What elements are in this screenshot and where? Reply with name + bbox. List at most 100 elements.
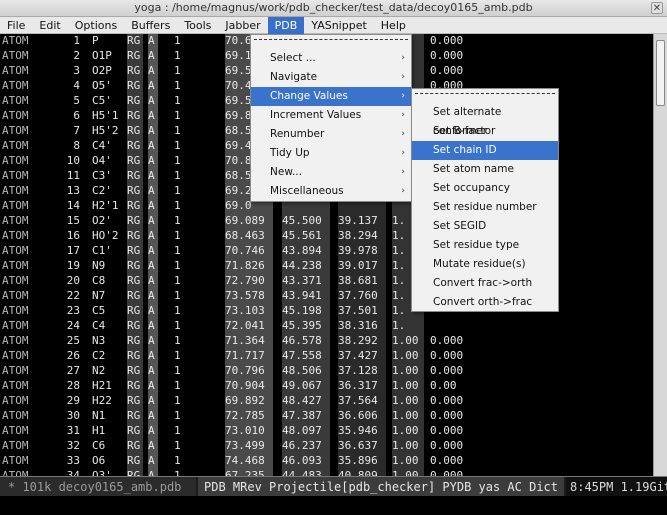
- window-titlebar[interactable]: yoga : /home/magnus/work/pdb_checker/tes…: [0, 0, 667, 17]
- residue-seq: 1: [174, 49, 181, 62]
- menu-item-label: Convert frac->orth: [433, 277, 533, 289]
- change-values-item[interactable]: Set residue number: [412, 198, 558, 217]
- record-name: ATOM: [2, 259, 29, 272]
- atom-name: H1: [92, 424, 106, 437]
- atom-name: C4': [92, 139, 112, 152]
- menu-buffers[interactable]: Buffers: [124, 17, 177, 34]
- occupancy: 1.00: [392, 468, 424, 476]
- atom-name: C4: [92, 319, 106, 332]
- pdb-line[interactable]: ATOM 32 C6 RG A 1 73.499 46.237 36.637 1.00 0.000: [0, 438, 653, 453]
- residue-seq: 1: [174, 379, 181, 392]
- pdb-menu-item[interactable]: Change Values ›: [251, 87, 411, 106]
- atom-serial: 19: [66, 259, 80, 272]
- coord-z: 35.896: [338, 453, 386, 468]
- coord-y: 46.237: [282, 438, 330, 453]
- pdb-menu-item[interactable]: Navigate ›: [251, 68, 411, 87]
- change-values-item[interactable]: Set occupancy: [412, 179, 558, 198]
- vertical-scrollbar[interactable]: [653, 34, 667, 476]
- b-factor: [430, 318, 470, 333]
- change-values-item[interactable]: Set residue type: [412, 236, 558, 255]
- pdb-line[interactable]: ATOM 31 H1 RG A 1 73.010 48.097 35.946 1.00 0.000: [0, 423, 653, 438]
- coord-x: 73.499: [225, 438, 273, 453]
- pdb-menu-item[interactable]: Renumber ›: [251, 125, 411, 144]
- record-name: ATOM: [2, 334, 29, 347]
- menu-tools[interactable]: Tools: [177, 17, 218, 34]
- pdb-line[interactable]: ATOM 33 O6 RG A 1 74.468 46.093 35.896 1.00 0.000: [0, 453, 653, 468]
- coord-z: 38.294: [338, 228, 386, 243]
- pdb-line[interactable]: ATOM 24 C4 RG A 1 72.041 45.395 38.316 1.: [0, 318, 653, 333]
- atom-serial: 8: [73, 139, 80, 152]
- record-name: ATOM: [2, 214, 29, 227]
- change-values-item[interactable]: Set alternate conformer: [412, 103, 558, 137]
- coord-y: 43.894: [282, 243, 330, 258]
- chain-id: A: [148, 243, 158, 258]
- coord-y: 45.198: [282, 303, 330, 318]
- residue-seq: 1: [174, 439, 181, 452]
- chevron-right-icon: ›: [401, 72, 405, 82]
- residue-name: RG: [127, 288, 143, 303]
- atom-serial: 33: [66, 454, 80, 467]
- submenu-tearoff-line[interactable]: [415, 93, 555, 94]
- atom-name: N9: [92, 259, 106, 272]
- pdb-line[interactable]: ATOM 34 O3' RG A 1 67.235 44.483 40.809 1.00 0.000: [0, 468, 653, 476]
- menu-yasnippet[interactable]: YASnippet: [304, 17, 373, 34]
- coord-x: 74.468: [225, 453, 273, 468]
- menu-file[interactable]: File: [0, 17, 32, 34]
- pdb-menu-item[interactable]: New... ›: [251, 163, 411, 182]
- menu-pdb[interactable]: PDB: [267, 16, 305, 34]
- menu-jabber[interactable]: Jabber: [218, 17, 267, 34]
- menu-item-label: Change Values: [270, 90, 348, 102]
- record-name: ATOM: [2, 169, 29, 182]
- scrollbar-thumb[interactable]: [656, 40, 665, 106]
- coord-z: 36.317: [338, 378, 386, 393]
- residue-seq: 1: [174, 349, 181, 362]
- record-name: ATOM: [2, 154, 29, 167]
- chain-id: A: [148, 198, 158, 213]
- menu-help[interactable]: Help: [374, 17, 413, 34]
- coord-z: 40.809: [338, 468, 386, 476]
- pdb-line[interactable]: ATOM 28 H21 RG A 1 70.904 49.067 36.317 1.00 0.00: [0, 378, 653, 393]
- atom-serial: 32: [66, 439, 80, 452]
- pdb-line[interactable]: ATOM 29 H22 RG A 1 69.892 48.427 37.564 1.00 0.000: [0, 393, 653, 408]
- modeline-buffer-name: * 101k decoy0165_amb.pdb: [0, 477, 196, 496]
- pdb-menu-item[interactable]: Select ... ›: [251, 49, 411, 68]
- chain-id: A: [148, 78, 158, 93]
- coord-y: 48.427: [282, 393, 330, 408]
- change-values-item[interactable]: Convert frac->orth: [412, 274, 558, 293]
- residue-seq: 1: [174, 259, 181, 272]
- coord-y: 46.578: [282, 333, 330, 348]
- change-values-item[interactable]: Convert orth->frac: [412, 293, 558, 312]
- change-values-item[interactable]: Set atom name: [412, 160, 558, 179]
- modeline-modes: PDB MRev Projectile[pdb_checker] PYDB ya…: [198, 477, 564, 496]
- b-factor: 0.000: [430, 334, 464, 347]
- menu-edit[interactable]: Edit: [32, 17, 67, 34]
- chain-id: A: [148, 48, 158, 63]
- atom-name: O3': [92, 469, 112, 476]
- occupancy: 1.00: [392, 348, 424, 363]
- pdb-line[interactable]: ATOM 26 C2 RG A 1 71.717 47.558 37.427 1.00 0.000: [0, 348, 653, 363]
- chain-id: A: [148, 288, 158, 303]
- pdb-menu-item[interactable]: Tidy Up ›: [251, 144, 411, 163]
- menu-options[interactable]: Options: [68, 17, 124, 34]
- atom-serial: 13: [66, 184, 80, 197]
- change-values-item[interactable]: Set SEGID: [412, 217, 558, 236]
- pdb-menu-item[interactable]: Miscellaneous ›: [251, 182, 411, 201]
- atom-name: C1': [92, 244, 112, 257]
- residue-seq: 1: [174, 274, 181, 287]
- close-icon[interactable]: ✕: [651, 2, 663, 14]
- menu-item-label: Increment Values: [270, 109, 362, 121]
- atom-name: N3: [92, 334, 106, 347]
- chain-id: A: [148, 438, 158, 453]
- minibuffer[interactable]: [0, 496, 667, 515]
- menu-item-label: Set atom name: [433, 163, 514, 175]
- change-values-item[interactable]: Mutate residue(s): [412, 255, 558, 274]
- pdb-menu-item[interactable]: Increment Values ›: [251, 106, 411, 125]
- change-values-item[interactable]: Set chain ID: [412, 141, 558, 160]
- menu-tearoff-line[interactable]: [254, 39, 408, 40]
- chain-id: A: [148, 453, 158, 468]
- pdb-line[interactable]: ATOM 27 N2 RG A 1 70.796 48.506 37.128 1.00 0.000: [0, 363, 653, 378]
- change-values-item[interactable]: Set B-factor: [412, 122, 558, 141]
- residue-seq: 1: [174, 394, 181, 407]
- pdb-line[interactable]: ATOM 30 N1 RG A 1 72.785 47.387 36.606 1.00 0.000: [0, 408, 653, 423]
- pdb-line[interactable]: ATOM 25 N3 RG A 1 71.364 46.578 38.292 1.00 0.000: [0, 333, 653, 348]
